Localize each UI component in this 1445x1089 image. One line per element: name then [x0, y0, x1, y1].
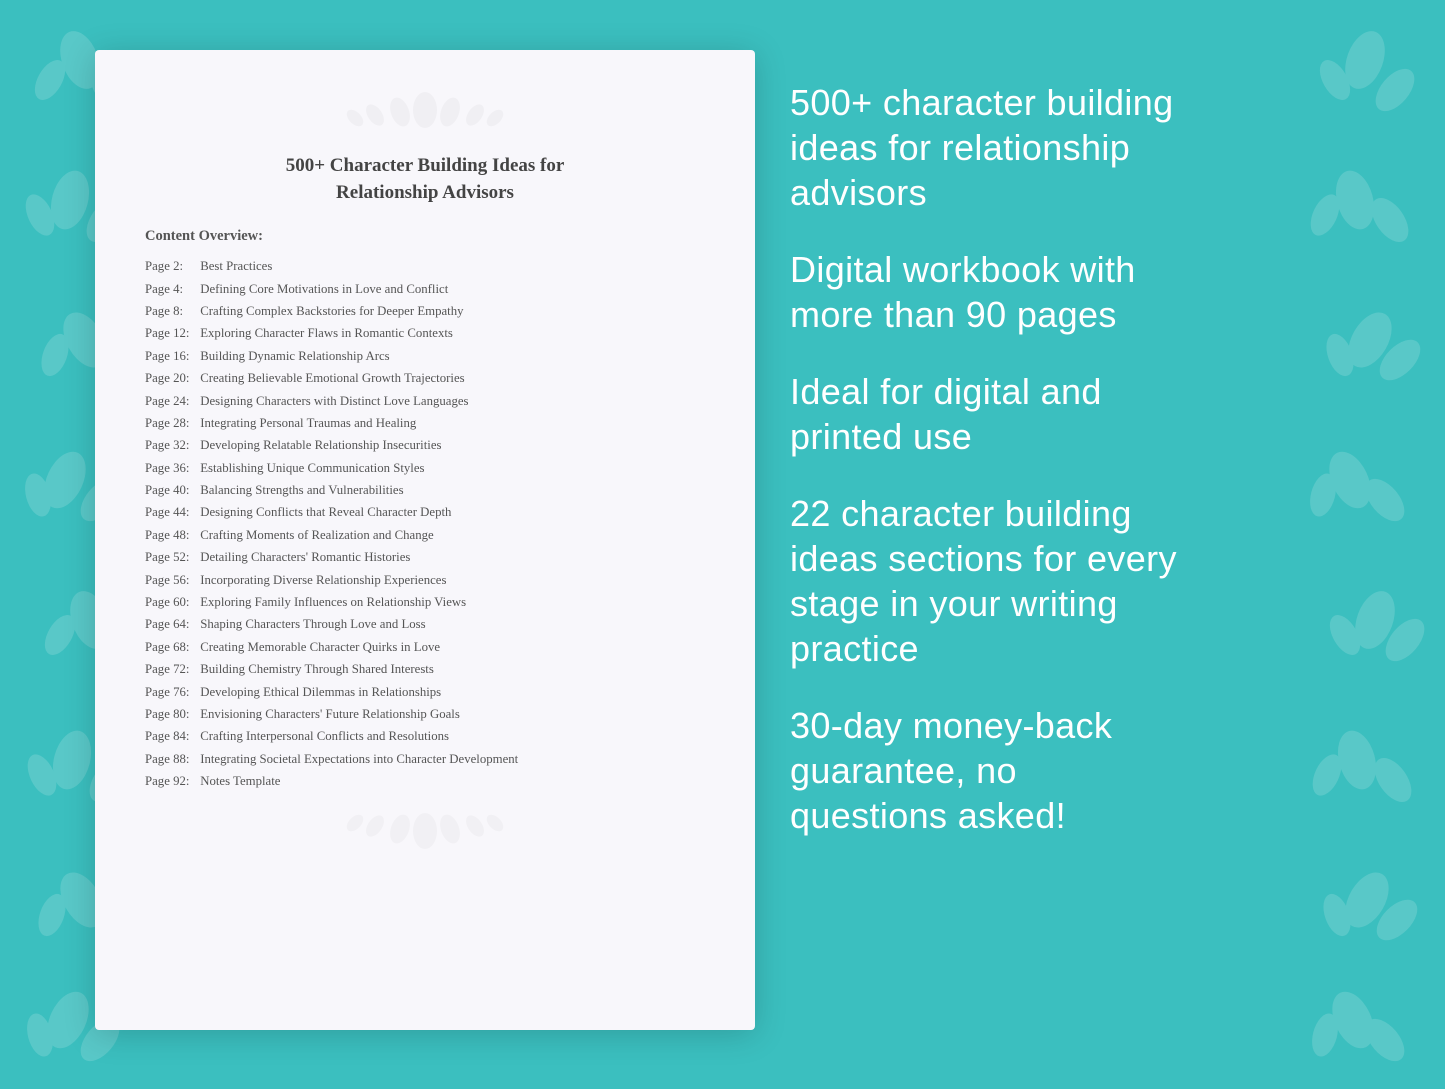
table-of-contents-item: Page 68: Creating Memorable Character Qu…	[145, 636, 705, 658]
table-of-contents-item: Page 36: Establishing Unique Communicati…	[145, 457, 705, 479]
table-of-contents: Page 2: Best PracticesPage 4: Defining C…	[145, 255, 705, 792]
toc-title: Designing Conflicts that Reveal Characte…	[197, 505, 451, 519]
table-of-contents-item: Page 20: Creating Believable Emotional G…	[145, 367, 705, 389]
toc-title: Establishing Unique Communication Styles	[197, 461, 425, 475]
toc-title: Creating Believable Emotional Growth Tra…	[197, 371, 465, 385]
toc-title: Building Dynamic Relationship Arcs	[197, 349, 390, 363]
right-panel: 500+ character buildingideas for relatio…	[790, 80, 1380, 870]
toc-page-number: Page 80:	[145, 703, 197, 725]
toc-title: Creating Memorable Character Quirks in L…	[197, 640, 440, 654]
toc-page-number: Page 4:	[145, 278, 197, 300]
table-of-contents-item: Page 72: Building Chemistry Through Shar…	[145, 658, 705, 680]
toc-title: Defining Core Motivations in Love and Co…	[197, 282, 448, 296]
toc-page-number: Page 68:	[145, 636, 197, 658]
toc-title: Developing Ethical Dilemmas in Relations…	[197, 685, 441, 699]
table-of-contents-item: Page 2: Best Practices	[145, 255, 705, 277]
toc-title: Envisioning Characters' Future Relations…	[197, 707, 460, 721]
table-of-contents-item: Page 24: Designing Characters with Disti…	[145, 390, 705, 412]
toc-page-number: Page 40:	[145, 479, 197, 501]
table-of-contents-item: Page 84: Crafting Interpersonal Conflict…	[145, 725, 705, 747]
table-of-contents-item: Page 80: Envisioning Characters' Future …	[145, 703, 705, 725]
toc-page-number: Page 52:	[145, 546, 197, 568]
toc-page-number: Page 28:	[145, 412, 197, 434]
table-of-contents-item: Page 60: Exploring Family Influences on …	[145, 591, 705, 613]
toc-page-number: Page 36:	[145, 457, 197, 479]
toc-page-number: Page 72:	[145, 658, 197, 680]
feature-text: 22 character buildingideas sections for …	[790, 491, 1380, 671]
toc-page-number: Page 92:	[145, 770, 197, 792]
toc-page-number: Page 56:	[145, 569, 197, 591]
toc-title: Crafting Interpersonal Conflicts and Res…	[197, 729, 449, 743]
toc-title: Exploring Family Influences on Relations…	[197, 595, 466, 609]
table-of-contents-item: Page 12: Exploring Character Flaws in Ro…	[145, 322, 705, 344]
feature-item: Ideal for digital andprinted use	[790, 369, 1380, 459]
table-of-contents-item: Page 32: Developing Relatable Relationsh…	[145, 434, 705, 456]
toc-page-number: Page 8:	[145, 300, 197, 322]
toc-title: Detailing Characters' Romantic Histories	[197, 550, 410, 564]
toc-page-number: Page 48:	[145, 524, 197, 546]
toc-title: Designing Characters with Distinct Love …	[197, 394, 469, 408]
feature-text: Ideal for digital andprinted use	[790, 369, 1380, 459]
feature-item: 500+ character buildingideas for relatio…	[790, 80, 1380, 215]
feature-text: Digital workbook withmore than 90 pages	[790, 247, 1380, 337]
toc-page-number: Page 60:	[145, 591, 197, 613]
feature-item: 30-day money-backguarantee, noquestions …	[790, 703, 1380, 838]
toc-title: Crafting Moments of Realization and Chan…	[197, 528, 434, 542]
table-of-contents-item: Page 64: Shaping Characters Through Love…	[145, 613, 705, 635]
table-of-contents-item: Page 8: Crafting Complex Backstories for…	[145, 300, 705, 322]
table-of-contents-item: Page 76: Developing Ethical Dilemmas in …	[145, 681, 705, 703]
doc-deco-top	[145, 90, 705, 135]
toc-page-number: Page 20:	[145, 367, 197, 389]
table-of-contents-item: Page 16: Building Dynamic Relationship A…	[145, 345, 705, 367]
table-of-contents-item: Page 56: Incorporating Diverse Relations…	[145, 569, 705, 591]
toc-page-number: Page 84:	[145, 725, 197, 747]
toc-page-number: Page 76:	[145, 681, 197, 703]
toc-page-number: Page 88:	[145, 748, 197, 770]
table-of-contents-item: Page 28: Integrating Personal Traumas an…	[145, 412, 705, 434]
toc-title: Integrating Societal Expectations into C…	[197, 752, 518, 766]
toc-page-number: Page 2:	[145, 255, 197, 277]
toc-title: Notes Template	[197, 774, 280, 788]
document: 500+ Character Building Ideas for Relati…	[95, 50, 755, 1030]
table-of-contents-item: Page 4: Defining Core Motivations in Lov…	[145, 278, 705, 300]
feature-text: 500+ character buildingideas for relatio…	[790, 80, 1380, 215]
toc-page-number: Page 64:	[145, 613, 197, 635]
toc-title: Best Practices	[197, 259, 272, 273]
table-of-contents-item: Page 52: Detailing Characters' Romantic …	[145, 546, 705, 568]
table-of-contents-item: Page 88: Integrating Societal Expectatio…	[145, 748, 705, 770]
toc-page-number: Page 24:	[145, 390, 197, 412]
table-of-contents-item: Page 40: Balancing Strengths and Vulnera…	[145, 479, 705, 501]
document-title: 500+ Character Building Ideas for Relati…	[145, 153, 705, 206]
toc-title: Crafting Complex Backstories for Deeper …	[197, 304, 464, 318]
toc-page-number: Page 32:	[145, 434, 197, 456]
feature-item: Digital workbook withmore than 90 pages	[790, 247, 1380, 337]
table-of-contents-item: Page 92: Notes Template	[145, 770, 705, 792]
toc-title: Exploring Character Flaws in Romantic Co…	[197, 326, 453, 340]
toc-title: Shaping Characters Through Love and Loss	[197, 617, 426, 631]
toc-title: Incorporating Diverse Relationship Exper…	[197, 573, 446, 587]
table-of-contents-item: Page 44: Designing Conflicts that Reveal…	[145, 501, 705, 523]
toc-page-number: Page 12:	[145, 322, 197, 344]
toc-title: Building Chemistry Through Shared Intere…	[197, 662, 434, 676]
content-overview-label: Content Overview:	[145, 228, 705, 245]
doc-deco-bottom	[145, 811, 705, 856]
toc-page-number: Page 44:	[145, 501, 197, 523]
toc-title: Developing Relatable Relationship Insecu…	[197, 438, 442, 452]
toc-page-number: Page 16:	[145, 345, 197, 367]
toc-title: Integrating Personal Traumas and Healing	[197, 416, 416, 430]
table-of-contents-item: Page 48: Crafting Moments of Realization…	[145, 524, 705, 546]
toc-title: Balancing Strengths and Vulnerabilities	[197, 483, 404, 497]
feature-item: 22 character buildingideas sections for …	[790, 491, 1380, 671]
feature-text: 30-day money-backguarantee, noquestions …	[790, 703, 1380, 838]
